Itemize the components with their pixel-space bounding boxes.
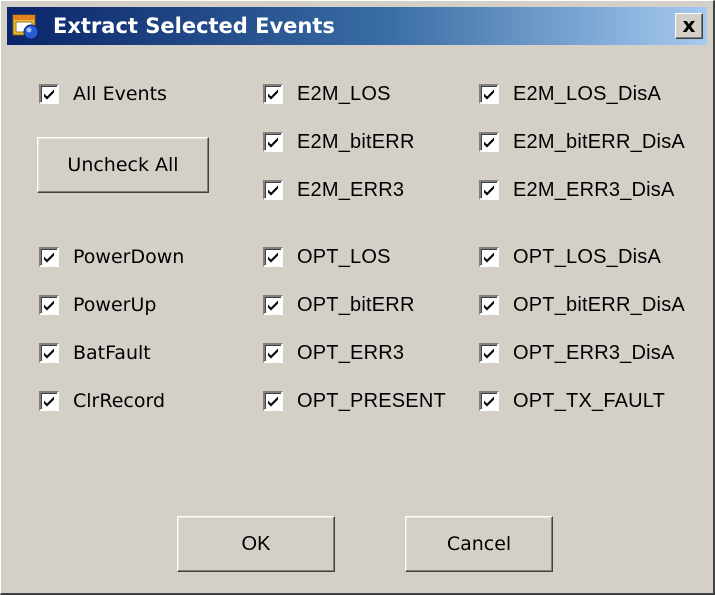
checkbox-label: All Events: [73, 83, 167, 105]
checkbox-label: OPT_ERR3_DisA: [513, 341, 675, 364]
close-icon: x: [682, 13, 696, 37]
extract-events-dialog: Extract Selected Events x All Events Unc…: [0, 0, 715, 595]
checkbox-opt-los-disa[interactable]: OPT_LOS_DisA: [479, 242, 661, 272]
cancel-button[interactable]: Cancel: [405, 516, 553, 572]
checkmark-icon[interactable]: [263, 391, 283, 411]
checkmark-icon[interactable]: [479, 247, 499, 267]
checkmark-icon[interactable]: [479, 343, 499, 363]
checkbox-opt-biterr[interactable]: OPT_bitERR: [263, 290, 415, 320]
checkbox-label: OPT_ERR3: [297, 341, 405, 364]
checkmark-icon[interactable]: [263, 84, 283, 104]
checkmark-icon[interactable]: [263, 132, 283, 152]
checkbox-batfault[interactable]: BatFault: [39, 338, 151, 368]
app-window-icon: [11, 11, 41, 41]
checkbox-opt-present[interactable]: OPT_PRESENT: [263, 386, 446, 416]
checkbox-e2m-los[interactable]: E2M_LOS: [263, 79, 391, 109]
checkbox-label: BatFault: [73, 342, 151, 364]
checkmark-icon[interactable]: [479, 295, 499, 315]
checkmark-icon[interactable]: [39, 247, 59, 267]
checkbox-label: OPT_PRESENT: [297, 389, 446, 412]
checkbox-label: E2M_bitERR: [297, 130, 415, 153]
close-button[interactable]: x: [675, 13, 703, 39]
checkbox-powerup[interactable]: PowerUp: [39, 290, 156, 320]
checkmark-icon[interactable]: [479, 391, 499, 411]
checkmark-icon[interactable]: [39, 84, 59, 104]
checkmark-icon[interactable]: [479, 180, 499, 200]
checkmark-icon[interactable]: [39, 343, 59, 363]
checkbox-opt-biterr-disa[interactable]: OPT_bitERR_DisA: [479, 290, 685, 320]
cancel-label: Cancel: [446, 533, 512, 555]
window-title: Extract Selected Events: [53, 14, 335, 38]
checkmark-icon[interactable]: [263, 247, 283, 267]
checkbox-label: OPT_TX_FAULT: [513, 389, 666, 412]
checkbox-label: PowerUp: [73, 294, 157, 316]
checkbox-opt-err3-disa[interactable]: OPT_ERR3_DisA: [479, 338, 675, 368]
checkbox-e2m-err3-disa[interactable]: E2M_ERR3_DisA: [479, 175, 675, 205]
checkbox-label: OPT_LOS: [297, 245, 391, 268]
ok-button[interactable]: OK: [177, 516, 335, 572]
checkbox-e2m-los-disa[interactable]: E2M_LOS_DisA: [479, 79, 661, 109]
checkbox-all-events[interactable]: All Events: [39, 79, 167, 109]
checkbox-e2m-err3[interactable]: E2M_ERR3: [263, 175, 404, 205]
checkbox-opt-tx-fault[interactable]: OPT_TX_FAULT: [479, 386, 665, 416]
checkmark-icon[interactable]: [39, 295, 59, 315]
checkbox-label: OPT_bitERR: [297, 293, 415, 316]
checkmark-icon[interactable]: [479, 132, 499, 152]
ok-label: OK: [241, 532, 271, 555]
checkmark-icon[interactable]: [479, 84, 499, 104]
checkbox-e2m-biterr[interactable]: E2M_bitERR: [263, 127, 415, 157]
checkbox-label: E2M_ERR3: [297, 178, 405, 201]
checkmark-icon[interactable]: [39, 391, 59, 411]
checkbox-label: E2M_ERR3_DisA: [513, 178, 675, 201]
checkbox-powerdown[interactable]: PowerDown: [39, 242, 184, 272]
checkmark-icon[interactable]: [263, 343, 283, 363]
checkbox-label: E2M_bitERR_DisA: [513, 130, 685, 153]
checkbox-label: OPT_LOS_DisA: [513, 245, 662, 268]
title-bar[interactable]: Extract Selected Events x: [7, 7, 707, 45]
checkbox-label: PowerDown: [73, 246, 185, 268]
checkmark-icon[interactable]: [263, 295, 283, 315]
checkmark-icon[interactable]: [263, 180, 283, 200]
checkbox-opt-err3[interactable]: OPT_ERR3: [263, 338, 404, 368]
checkbox-e2m-biterr-disa[interactable]: E2M_bitERR_DisA: [479, 127, 685, 157]
checkbox-label: E2M_LOS: [297, 82, 391, 105]
checkbox-clrrecord[interactable]: ClrRecord: [39, 386, 165, 416]
checkbox-label: ClrRecord: [73, 390, 166, 412]
checkbox-label: OPT_bitERR_DisA: [513, 293, 685, 316]
checkbox-label: E2M_LOS_DisA: [513, 82, 662, 105]
uncheck-all-button[interactable]: Uncheck All: [37, 137, 209, 193]
checkbox-opt-los[interactable]: OPT_LOS: [263, 242, 391, 272]
uncheck-all-label: Uncheck All: [67, 154, 179, 176]
